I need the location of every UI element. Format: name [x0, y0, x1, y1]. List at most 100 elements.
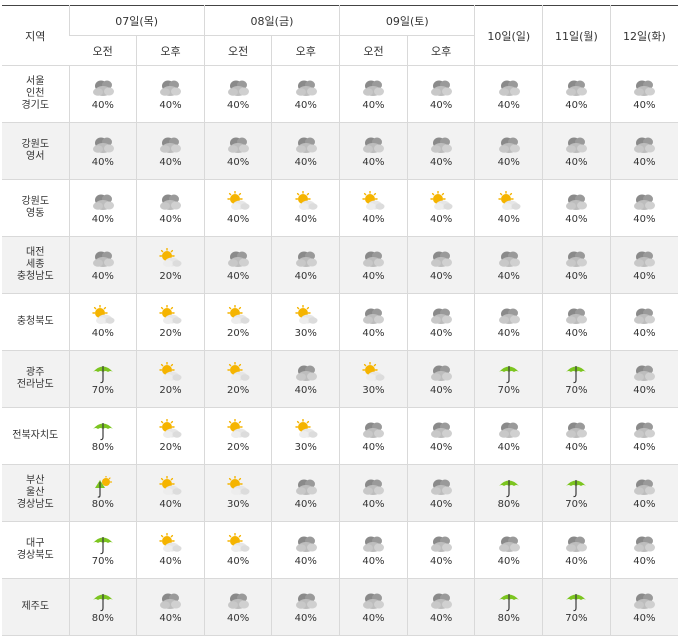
- sun-behind-cloud-icon: [498, 191, 521, 210]
- umbrella-rain-icon: [92, 594, 113, 612]
- forecast-cell: 40%: [68, 293, 137, 351]
- precipitation-percent: 40%: [159, 613, 182, 624]
- precipitation-percent: 40%: [362, 442, 385, 453]
- forecast-cell: 40%: [68, 236, 137, 294]
- forecast-cell: 40%: [542, 122, 611, 180]
- sun-behind-cloud-icon: [430, 191, 453, 210]
- forecast-cell: 40%: [136, 464, 205, 522]
- forecast-cell: 40%: [271, 464, 340, 522]
- precipitation-percent: 40%: [362, 613, 385, 624]
- forecast-cell: 40%: [271, 179, 340, 237]
- precipitation-percent: 80%: [91, 499, 114, 510]
- dark-cloud-icon: [431, 137, 453, 153]
- forecast-cell: 40%: [609, 407, 678, 465]
- dark-cloud-icon: [634, 536, 656, 552]
- precipitation-percent: 70%: [91, 556, 114, 567]
- precipitation-percent: 40%: [633, 499, 656, 510]
- dark-cloud-icon: [431, 479, 453, 495]
- region-cell: 전북자치도: [2, 407, 69, 465]
- table-row: 강원도 영서 40% 40% 40% 40% 40% 40% 40% 40% 40%: [2, 122, 678, 180]
- precipitation-percent: 40%: [429, 499, 453, 510]
- dark-cloud-icon: [431, 365, 453, 381]
- forecast-cell: 40%: [542, 407, 611, 465]
- region-name: 경기도: [21, 100, 50, 111]
- precipitation-percent: 70%: [91, 385, 114, 396]
- forecast-cell: 80%: [474, 578, 543, 636]
- dark-cloud-icon: [295, 593, 317, 609]
- forecast-cell: 20%: [136, 236, 205, 294]
- dark-cloud-icon: [295, 536, 317, 552]
- region-cell: 강원도 영동: [2, 179, 69, 237]
- dark-cloud-icon: [634, 479, 656, 495]
- precipitation-percent: 40%: [633, 328, 656, 339]
- forecast-cell: 40%: [406, 464, 475, 522]
- precipitation-percent: 40%: [565, 556, 588, 567]
- forecast-cell: 40%: [406, 122, 475, 180]
- dark-cloud-icon: [634, 194, 656, 210]
- dark-cloud-icon: [228, 137, 250, 153]
- region-name: 서울: [26, 76, 45, 87]
- precipitation-percent: 40%: [227, 157, 250, 168]
- forecast-cell: 40%: [609, 464, 678, 522]
- precipitation-percent: 40%: [429, 214, 453, 225]
- precipitation-percent: 40%: [227, 271, 250, 282]
- forecast-cell: 80%: [68, 407, 137, 465]
- precipitation-percent: 40%: [497, 328, 520, 339]
- umbrella-rain-icon: [498, 480, 519, 498]
- forecast-cell: 40%: [136, 578, 205, 636]
- sun-behind-cloud-icon: [227, 305, 250, 324]
- sun-behind-cloud-icon: [159, 533, 182, 552]
- sun-behind-cloud-icon: [159, 476, 182, 495]
- forecast-cell: 40%: [609, 65, 678, 123]
- sun-behind-cloud-icon: [295, 419, 318, 438]
- forecast-cell: 40%: [542, 179, 611, 237]
- forecast-cell: 40%: [406, 293, 475, 351]
- forecast-cell: 30%: [203, 464, 272, 522]
- region-cell: 대구 경상북도: [2, 521, 69, 579]
- dark-cloud-icon: [363, 422, 385, 438]
- forecast-cell: 20%: [203, 350, 272, 408]
- region-name: 경상북도: [16, 550, 54, 561]
- am-header: 오전: [69, 35, 137, 66]
- day-header-1: 08일(금): [203, 5, 340, 36]
- precipitation-percent: 40%: [497, 157, 520, 168]
- precipitation-percent: 40%: [362, 214, 385, 225]
- dark-cloud-icon: [363, 308, 385, 324]
- dark-cloud-icon: [566, 194, 588, 210]
- region-name: 강원도: [21, 196, 50, 207]
- forecast-cell: 80%: [68, 464, 137, 522]
- forecast-cell: 30%: [339, 350, 408, 408]
- dark-cloud-icon: [295, 80, 317, 96]
- precipitation-percent: 40%: [497, 100, 520, 111]
- precipitation-percent: 40%: [227, 214, 250, 225]
- forecast-cell: 40%: [203, 236, 272, 294]
- precipitation-percent: 40%: [429, 100, 453, 111]
- dark-cloud-icon: [363, 251, 385, 267]
- precipitation-percent: 40%: [159, 214, 182, 225]
- dark-cloud-icon: [634, 308, 656, 324]
- forecast-cell: 40%: [474, 521, 543, 579]
- region-name: 인천: [26, 88, 45, 99]
- dark-cloud-icon: [566, 536, 588, 552]
- forecast-cell: 40%: [609, 578, 678, 636]
- forecast-cell: 40%: [136, 521, 205, 579]
- dark-cloud-icon: [498, 536, 520, 552]
- sun-behind-cloud-icon: [295, 305, 318, 324]
- day-header-2: 09일(토): [339, 5, 475, 36]
- forecast-cell: 40%: [271, 578, 340, 636]
- table-row: 제주도 80% 40% 40% 40% 40% 40% 80% 70% 40%: [2, 578, 678, 636]
- region-name: 광주: [26, 367, 45, 378]
- table-row: 부산 울산 경상남도 80% 40% 30% 40% 40% 40% 80% 70% 40%: [2, 464, 678, 522]
- forecast-cell: 40%: [339, 65, 408, 123]
- forecast-cell: 40%: [406, 521, 475, 579]
- table-row: 서울 인천 경기도 40% 40% 40% 40% 40% 40% 40% 40% 40%: [2, 65, 678, 123]
- region-cell: 대전 세종 충청남도: [2, 236, 69, 294]
- dark-cloud-icon: [363, 80, 385, 96]
- dark-cloud-icon: [92, 80, 114, 96]
- forecast-cell: 20%: [136, 350, 205, 408]
- forecast-cell: 70%: [474, 350, 543, 408]
- forecast-cell: 40%: [609, 122, 678, 180]
- dark-cloud-icon: [363, 536, 385, 552]
- region-name: 충청남도: [16, 271, 54, 282]
- region-name: 부산: [26, 475, 45, 486]
